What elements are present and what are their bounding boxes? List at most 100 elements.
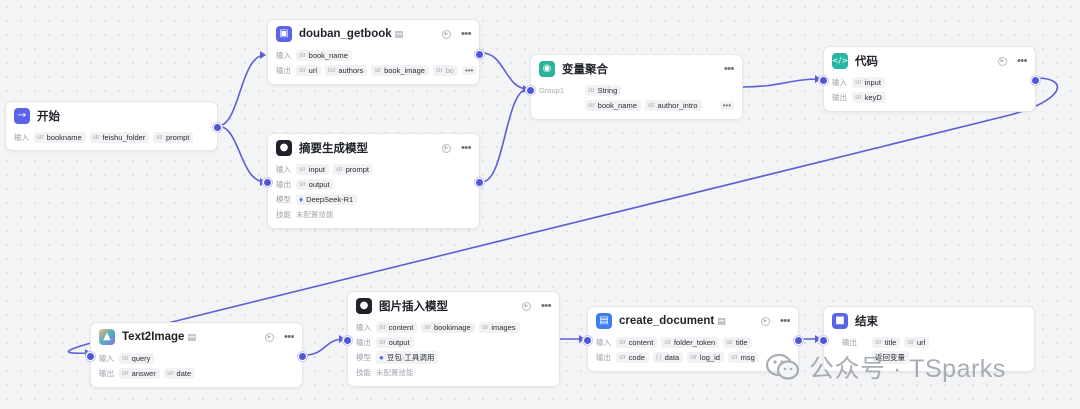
node-title: 变量聚合 <box>562 64 608 76</box>
more-icon[interactable]: ••• <box>461 28 472 40</box>
var-tag: str code <box>616 352 649 363</box>
var-tag: str query <box>119 353 155 364</box>
var-tag: str feishu_folder <box>89 132 150 143</box>
node-code[interactable]: </> 代码 ▶ ••• 输入 str input 输出 str keyD <box>819 46 1040 112</box>
more-icon[interactable]: ••• <box>1017 55 1028 67</box>
model-tag: ♦ DeepSeek-R1 <box>296 194 358 205</box>
edge-douban-aggregate <box>481 52 529 90</box>
doubao-icon: ● <box>379 353 384 362</box>
end-icon: ■ <box>832 313 848 329</box>
node-title: 开始 <box>37 111 60 123</box>
more-icon[interactable]: ••• <box>284 331 295 343</box>
node-title: create_document <box>619 315 715 327</box>
var-tag: str content <box>616 337 658 348</box>
input-port[interactable] <box>583 336 592 345</box>
var-tag: str title <box>723 337 752 348</box>
output-port[interactable] <box>475 50 484 59</box>
deepseek-icon: ♦ <box>299 195 304 204</box>
image-plugin-icon: ▲ <box>99 329 115 345</box>
edge-start-summary <box>217 125 266 183</box>
edge-text2image-imageinsert <box>304 338 345 356</box>
run-icon[interactable]: ▶ <box>997 56 1007 66</box>
edge-start-douban <box>217 54 266 127</box>
var-tag: str output <box>296 179 334 190</box>
var-tag: str url <box>296 65 322 76</box>
output-port[interactable] <box>1031 76 1040 85</box>
var-tag: str book_name <box>585 100 641 111</box>
node-summary-llm[interactable]: ● 摘要生成模型 ▶ ••• 输入 str input str prompt 输出 … <box>263 133 484 229</box>
node-variable-aggregate[interactable]: ◉ 变量聚合 ••• Group1 str String str book_name… <box>526 54 743 120</box>
var-tag: str book_image <box>371 65 429 76</box>
var-tag: str input <box>296 164 329 175</box>
var-tag: str prompt <box>332 164 373 175</box>
var-tag: str book_name <box>296 50 352 61</box>
llm-icon: ● <box>276 140 292 156</box>
var-tag: str msg <box>727 352 759 363</box>
edge-aggregate-code <box>742 78 821 88</box>
more-icon[interactable]: ••• <box>541 300 552 312</box>
var-tag: str bookimage <box>421 322 475 333</box>
plugin-badge-icon: ▤ <box>717 315 726 326</box>
workflow-canvas[interactable]: → 开始 输入 str bookname str feishu_folder str… <box>0 0 1080 409</box>
node-start[interactable]: → 开始 输入 str bookname str feishu_folder str… <box>5 101 222 151</box>
var-tag: str folder_token <box>661 337 720 348</box>
var-tag: str content <box>376 322 418 333</box>
plugin-badge-icon: ▤ <box>394 28 404 39</box>
run-icon[interactable]: ▶ <box>521 301 531 311</box>
var-tag: str String <box>585 85 622 96</box>
input-port[interactable] <box>526 86 535 95</box>
arrow-douban <box>260 51 266 59</box>
var-tag: str keyD <box>852 92 886 103</box>
var-tag: str date <box>163 368 196 379</box>
run-icon[interactable]: ▶ <box>441 29 451 39</box>
var-tag: str log_id <box>687 352 724 363</box>
llm-icon: ● <box>356 298 372 314</box>
var-tag: str output <box>376 337 414 348</box>
node-title: Text2Image <box>122 331 185 343</box>
run-icon[interactable]: ▶ <box>441 143 451 153</box>
more-icon[interactable]: ••• <box>724 63 735 75</box>
input-port[interactable] <box>343 336 352 345</box>
var-tag: str bo <box>432 65 458 76</box>
more-outputs-icon[interactable]: ••• <box>719 101 734 110</box>
output-port[interactable] <box>298 352 307 361</box>
model-tag: ● 豆包·工具调用 <box>376 351 439 364</box>
var-tag: list authors <box>325 65 368 76</box>
wechat-logo-icon <box>765 353 800 380</box>
run-icon[interactable]: ▶ <box>760 316 770 326</box>
var-tag: str title <box>872 337 901 348</box>
more-icon[interactable]: ••• <box>461 142 472 154</box>
output-port[interactable] <box>475 178 484 187</box>
var-tag: str author_intro <box>644 100 702 111</box>
var-tag: str prompt <box>153 132 194 143</box>
var-tag: { } data <box>652 352 684 363</box>
var-tag: str input <box>852 77 885 88</box>
node-title: 代码 <box>855 56 878 68</box>
node-title: 摘要生成模型 <box>299 143 368 155</box>
document-icon: ▤ <box>596 313 612 329</box>
more-icon[interactable]: ••• <box>780 315 791 327</box>
output-port[interactable] <box>794 336 803 345</box>
output-port[interactable] <box>213 123 222 132</box>
watermark: 公众号 · TSparks <box>764 349 1006 385</box>
node-text2image[interactable]: ▲ Text2Image ▤ ▶ ••• 输入 str query 输出 str a… <box>86 322 307 388</box>
node-title: 结束 <box>855 316 878 328</box>
more-outputs-icon[interactable]: ••• <box>461 66 477 75</box>
input-port[interactable] <box>819 76 828 85</box>
var-tag: str images <box>478 322 520 333</box>
input-port[interactable] <box>86 352 95 361</box>
input-port[interactable] <box>819 336 828 345</box>
var-tag: str url <box>904 337 930 348</box>
node-title: douban_getbook <box>299 28 392 40</box>
plugin-icon: ▣ <box>276 26 292 42</box>
node-douban-getbook[interactable]: ▣ douban_getbook ▤ ▶ ••• 输入 str book_name… <box>267 19 484 85</box>
plugin-badge-icon: ▤ <box>187 331 196 342</box>
node-image-insert-llm[interactable]: ● 图片插入模型 ▶ ••• 输入 str content str bookimag… <box>343 291 560 387</box>
watermark-text: 公众号 · TSparks <box>809 355 1006 383</box>
var-tag: str bookname <box>34 132 86 143</box>
aggregate-icon: ◉ <box>539 61 555 77</box>
input-port[interactable] <box>263 178 272 187</box>
node-title: 图片插入模型 <box>379 301 448 313</box>
start-icon: → <box>14 108 30 124</box>
run-icon[interactable]: ▶ <box>264 332 274 342</box>
